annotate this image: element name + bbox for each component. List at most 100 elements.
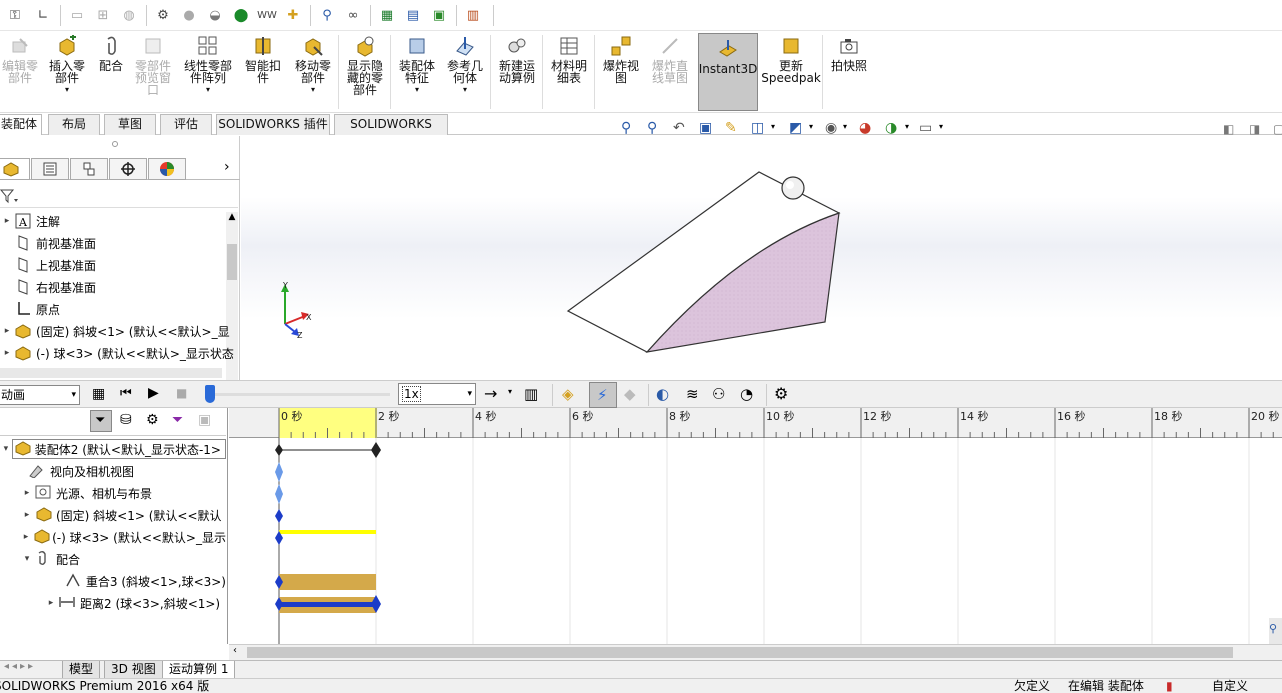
dropdown-arrow-icon[interactable]: ▾: [905, 122, 909, 131]
tab-feature-tree[interactable]: [0, 158, 30, 180]
gravity-icon[interactable]: ◔: [740, 385, 753, 403]
map-pin-icon[interactable]: ⬤: [232, 6, 250, 24]
graphics-area[interactable]: ⚲ ⚲ ↶ ▣ ✎ ◫ ▾ ◩ ▾ ◉ ▾ ◕ ◑ ▾ ▭ ▾ ◧ ◨ ▢ Y …: [241, 120, 1282, 380]
bowl-icon[interactable]: ◒: [206, 6, 224, 24]
dropdown-arrow-icon[interactable]: ▾: [311, 84, 315, 96]
tab-solidworks-mbd[interactable]: SOLIDWORKS MBD: [334, 114, 448, 150]
tree-hscrollbar[interactable]: [0, 368, 222, 378]
magnifier-icon[interactable]: ⚲: [318, 6, 336, 24]
motion-item-coincident-mate[interactable]: 重合3 (斜坡<1>,球<3>): [0, 570, 226, 592]
contact-icon[interactable]: ⚇: [712, 385, 725, 403]
time-ruler[interactable]: 0 秒 2 秒 4 秒 6 秒 8 秒 10 秒 12 秒 14 秒 16 秒 18 秒 20 秒: [229, 408, 1282, 438]
expand-panel-icon[interactable]: ◨: [1249, 122, 1260, 136]
gear-icon[interactable]: ⚙: [774, 384, 788, 403]
tab-configuration-manager[interactable]: [70, 158, 108, 180]
tab-scroll-arrows-icon[interactable]: ◂◂▸▸: [4, 661, 36, 672]
mate-button[interactable]: 配合: [94, 35, 128, 72]
dropdown-arrow-icon[interactable]: ▾: [415, 84, 419, 96]
tab-sketch[interactable]: 草图: [104, 114, 156, 135]
rebuild-indicator-icon[interactable]: ▮: [1166, 679, 1173, 693]
dropdown-arrow-icon[interactable]: ▾: [206, 84, 210, 96]
apply-scene-icon[interactable]: ◑: [885, 120, 897, 136]
section-view-icon[interactable]: ▣: [699, 120, 712, 136]
tree-item-right-plane[interactable]: 右视基准面: [0, 276, 238, 298]
smart-fasteners-button[interactable]: 智能扣 件: [240, 35, 286, 84]
play-icon[interactable]: ▶: [148, 385, 159, 401]
zoom-timeline-icon[interactable]: ⚲: [1269, 618, 1282, 644]
playback-mode-icon[interactable]: →: [484, 384, 497, 403]
tab-assembly[interactable]: 装配体: [0, 114, 42, 135]
tree-item-ball[interactable]: ▸ (-) 球<3> (默认<<默认>_显示状态: [0, 342, 238, 364]
expand-arrow-icon[interactable]: ▾: [0, 444, 12, 454]
gear-icon[interactable]: ⚙: [154, 6, 172, 24]
previous-view-icon[interactable]: ↶: [673, 120, 685, 136]
filter-bar[interactable]: [0, 184, 238, 208]
camera-key[interactable]: [275, 462, 283, 482]
reference-geometry-button[interactable]: 参考几 何体 ▾: [442, 35, 488, 96]
add-key-icon[interactable]: ◆: [624, 385, 636, 403]
playback-speed-select[interactable]: 1x ▾: [398, 383, 476, 405]
status-units[interactable]: 自定义: [1212, 679, 1248, 693]
filter-selected-icon[interactable]: ⚙: [146, 412, 159, 428]
save-animation-icon[interactable]: ▥: [524, 385, 538, 403]
dropdown-arrow-icon[interactable]: ▾: [508, 387, 512, 396]
scroll-thumb[interactable]: [247, 647, 1233, 658]
study-type-select[interactable]: 动画 ▾: [0, 385, 80, 405]
tab-layout[interactable]: 布局: [48, 114, 100, 135]
play-from-start-icon[interactable]: ⏮: [120, 386, 132, 401]
new-motion-study-button[interactable]: 新建运 动算例: [494, 35, 540, 84]
ramp-model[interactable]: [561, 166, 851, 356]
update-speedpak-button[interactable]: 更新 Speedpak: [761, 35, 821, 84]
filter-results-icon[interactable]: ⏷: [172, 412, 183, 428]
playback-slider[interactable]: [206, 393, 390, 396]
panel-grip-icon[interactable]: [112, 141, 118, 147]
expand-arrow-icon[interactable]: ▸: [44, 598, 58, 608]
ball-change-bar[interactable]: [279, 530, 376, 534]
autokey-button[interactable]: ⚡: [589, 382, 617, 408]
stop-icon[interactable]: ■: [176, 386, 187, 400]
timeline-hscrollbar[interactable]: ‹: [229, 644, 1282, 660]
restore-icon[interactable]: ◧: [1223, 122, 1234, 136]
globe-icon[interactable]: ◍: [120, 6, 138, 24]
expand-arrow-icon[interactable]: ▸: [0, 348, 14, 358]
dropdown-arrow-icon[interactable]: ▾: [65, 84, 69, 96]
expand-arrow-icon[interactable]: ▸: [0, 326, 14, 336]
expand-arrow-icon[interactable]: ▸: [20, 488, 34, 498]
view-orientation-icon[interactable]: ◫: [751, 120, 764, 136]
excel-icon[interactable]: ▦: [378, 6, 396, 24]
chart-icon[interactable]: ▥: [464, 6, 482, 24]
tab-dimxpert-manager[interactable]: [109, 158, 147, 180]
end-time-key[interactable]: [371, 442, 381, 458]
document-icon[interactable]: ▤: [404, 6, 422, 24]
motion-item-orientation-camera[interactable]: 视向及相机视图: [0, 460, 226, 482]
expand-arrow-icon[interactable]: ▸: [0, 216, 14, 226]
filter-animated-button[interactable]: ⏷: [90, 410, 112, 432]
linear-pattern-button[interactable]: 线性零部 件阵列 ▾: [180, 35, 236, 96]
edit-component-button[interactable]: 编辑零 部件: [0, 35, 40, 84]
spring-icon[interactable]: ≋: [686, 385, 699, 403]
dropdown-arrow-icon[interactable]: ▾: [463, 84, 467, 96]
tree-item-origin[interactable]: 原点: [0, 298, 238, 320]
motion-item-lights-cameras[interactable]: ▸ 光源、相机与布景: [0, 482, 226, 504]
tree-item-front-plane[interactable]: 前视基准面: [0, 232, 238, 254]
motor-icon[interactable]: ◐: [656, 385, 669, 403]
scroll-left-icon[interactable]: ‹: [233, 645, 237, 656]
tree-item-top-plane[interactable]: 上视基准面: [0, 254, 238, 276]
maximize-icon[interactable]: ▢: [1273, 122, 1282, 136]
collapse-tree-icon[interactable]: ▣: [198, 412, 211, 428]
expand-arrow-icon[interactable]: ▸: [20, 510, 34, 520]
ball-model[interactable]: [781, 176, 805, 200]
take-snapshot-button[interactable]: 拍快照: [826, 35, 872, 72]
show-hidden-components-button[interactable]: 显示隐 藏的零 部件: [342, 35, 388, 96]
hierarchy-icon[interactable]: ⊞: [94, 6, 112, 24]
motion-item-distance-mate[interactable]: ▸ 距离2 (球<3>,斜坡<1>): [0, 592, 226, 614]
tab-3d-views[interactable]: 3D 视图: [104, 661, 163, 679]
explode-line-sketch-button[interactable]: 爆炸直 线草图: [646, 35, 694, 84]
tab-evaluate[interactable]: 评估: [160, 114, 212, 135]
chevron-right-icon[interactable]: ›: [224, 159, 230, 175]
exploded-view-button[interactable]: 爆炸视 图: [598, 35, 644, 84]
dropdown-arrow-icon[interactable]: ▾: [809, 122, 813, 131]
dropdown-arrow-icon[interactable]: ▾: [939, 122, 943, 131]
lights-key[interactable]: [275, 484, 283, 504]
motion-item-assembly[interactable]: ▾ 装配体2 (默认<默认_显示状态-1>: [0, 438, 226, 460]
